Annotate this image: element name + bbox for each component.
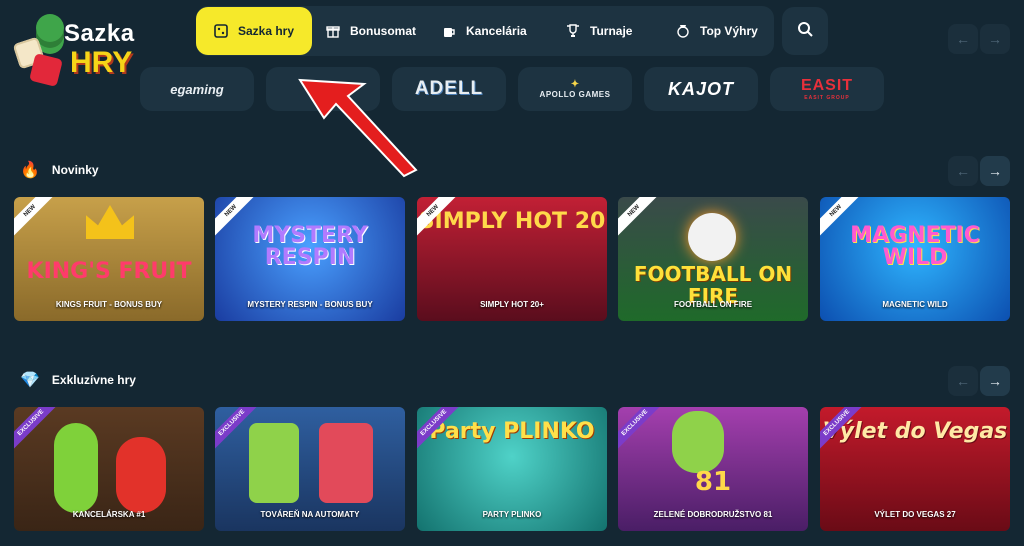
game-card[interactable]: MAGNETIC WILD MAGNETIC WILD NEW bbox=[820, 197, 1010, 321]
provider-apollo-games[interactable]: ✦ APOLLO GAMES bbox=[518, 67, 632, 111]
square-dots-icon bbox=[214, 24, 228, 38]
search-icon bbox=[797, 21, 813, 42]
section-title-novinky: 🔥 Novinky bbox=[20, 160, 99, 180]
section-title-exkluzivne-hry: 💎 Exkluzívne hry bbox=[20, 370, 136, 390]
game-card[interactable]: 81 ZELENÉ DOBRODRUŽSTVO 81 EXCLUSIVE bbox=[618, 407, 808, 531]
arrow-right-icon: → bbox=[988, 373, 1002, 389]
game-caption: SIMPLY HOT 20+ bbox=[480, 300, 544, 309]
game-card[interactable]: Výlet do Vegas VÝLET DO VEGAS 27 EXCLUSI… bbox=[820, 407, 1010, 531]
game-caption: MYSTERY RESPIN - BONUS BUY bbox=[247, 300, 373, 309]
game-title-art: MAGNETIC WILD bbox=[850, 223, 980, 270]
nav-label: Bonusomat bbox=[350, 24, 416, 38]
providers-prev-button[interactable]: ← bbox=[948, 24, 978, 54]
provider-easit[interactable]: EASIT EASIT GROUP bbox=[770, 67, 884, 111]
nav-item-sazka-hry[interactable]: Sazka hry bbox=[196, 7, 312, 55]
red-pointer-arrow-icon bbox=[298, 78, 418, 178]
novinky-prev-button[interactable]: ← bbox=[948, 156, 978, 186]
game-title-art: MYSTERY RESPIN bbox=[252, 223, 368, 270]
mug-icon bbox=[442, 24, 456, 38]
section-title: Novinky bbox=[51, 163, 99, 177]
nav-label: Kancelária bbox=[466, 24, 527, 38]
game-caption: TOVÁREŇ NA AUTOMATY bbox=[260, 510, 360, 519]
provider-name: egaming bbox=[170, 81, 224, 97]
exkluzivne-prev-button[interactable]: ← bbox=[948, 366, 978, 396]
nav-label: Turnaje bbox=[590, 24, 633, 38]
game-card[interactable]: FOOTBALL ON FIRE FOOTBALL ON FIRE NEW bbox=[618, 197, 808, 321]
arrow-left-icon: ← bbox=[956, 31, 970, 47]
game-caption: PARTY PLINKO bbox=[482, 510, 542, 519]
section-title: Exkluzívne hry bbox=[51, 373, 136, 387]
nav-item-kancelaria[interactable]: Kancelária bbox=[442, 6, 527, 56]
arrow-left-icon: ← bbox=[956, 163, 970, 179]
game-card[interactable]: KING'S FRUIT KINGS FRUIT - BONUS BUY NEW bbox=[14, 197, 204, 321]
provider-egaming[interactable]: egaming bbox=[140, 67, 254, 111]
game-title-art: KING'S FRUIT bbox=[26, 259, 192, 284]
flame-icon: 🔥 bbox=[20, 162, 40, 179]
game-caption: ZELENÉ DOBRODRUŽSTVO 81 bbox=[653, 510, 773, 519]
green-character-icon bbox=[54, 423, 98, 513]
red-character-icon bbox=[319, 423, 373, 503]
red-character-icon bbox=[116, 437, 166, 513]
game-caption: VÝLET DO VEGAS 27 bbox=[874, 510, 956, 519]
green-character-icon bbox=[249, 423, 299, 503]
game-title-art: Výlet do Vegas bbox=[822, 419, 1008, 444]
game-card[interactable]: KANCELÁRSKA #1 EXCLUSIVE bbox=[14, 407, 204, 531]
medal-icon bbox=[676, 24, 690, 38]
nav-label: Top Výhry bbox=[700, 24, 758, 38]
nav-item-turnaje[interactable]: Turnaje bbox=[566, 6, 632, 56]
arrow-left-icon: ← bbox=[956, 373, 970, 389]
provider-name: EASIT bbox=[800, 77, 854, 94]
game-caption: FOOTBALL ON FIRE bbox=[673, 300, 753, 309]
arrow-right-icon: → bbox=[988, 163, 1002, 179]
logo-text-sazka: Sazka bbox=[64, 20, 135, 47]
providers-next-button[interactable]: → bbox=[980, 24, 1010, 54]
apollo-star-icon: ✦ bbox=[570, 79, 580, 90]
chip-icon bbox=[36, 14, 64, 42]
game-title-art: Party PLINKO bbox=[429, 419, 595, 444]
provider-subname: EASIT GROUP bbox=[804, 95, 850, 101]
search-button[interactable] bbox=[782, 7, 828, 55]
provider-name: APOLLO GAMES bbox=[539, 90, 611, 99]
game-caption: MAGNETIC WILD bbox=[882, 300, 948, 309]
sazka-hry-logo[interactable]: Sazka HRY bbox=[8, 6, 148, 88]
game-caption: KANCELÁRSKA #1 bbox=[72, 510, 146, 519]
nav-item-bonusomat[interactable]: Bonusomat bbox=[326, 6, 416, 56]
diamond-icon: 💎 bbox=[20, 372, 40, 389]
game-card[interactable]: TOVÁREŇ NA AUTOMATY EXCLUSIVE bbox=[215, 407, 405, 531]
provider-name: KAJOT bbox=[667, 78, 734, 99]
provider-kajot[interactable]: KAJOT bbox=[644, 67, 758, 111]
game-card[interactable]: Party PLINKO PARTY PLINKO EXCLUSIVE bbox=[417, 407, 607, 531]
game-title-art: SIMPLY HOT 20 bbox=[418, 209, 606, 234]
trophy-icon bbox=[566, 24, 580, 38]
game-title-art: 81 bbox=[694, 467, 732, 497]
main-nav: Sazka hry Bonusomat Kancelária Turnaje T… bbox=[196, 6, 774, 56]
gift-icon bbox=[326, 24, 340, 38]
arrow-right-icon: → bbox=[988, 31, 1002, 47]
logo-text-hry: HRY bbox=[70, 46, 133, 79]
green-character-icon bbox=[672, 411, 724, 473]
novinky-next-button[interactable]: → bbox=[980, 156, 1010, 186]
dice-icon bbox=[29, 53, 63, 87]
game-card[interactable]: SIMPLY HOT 20 SIMPLY HOT 20+ NEW bbox=[417, 197, 607, 321]
football-icon bbox=[688, 213, 736, 261]
game-card[interactable]: MYSTERY RESPIN MYSTERY RESPIN - BONUS BU… bbox=[215, 197, 405, 321]
exkluzivne-next-button[interactable]: → bbox=[980, 366, 1010, 396]
nav-label: Sazka hry bbox=[237, 24, 295, 38]
game-caption: KINGS FRUIT - BONUS BUY bbox=[55, 300, 163, 309]
nav-item-top-vyhry[interactable]: Top Výhry bbox=[676, 6, 758, 56]
